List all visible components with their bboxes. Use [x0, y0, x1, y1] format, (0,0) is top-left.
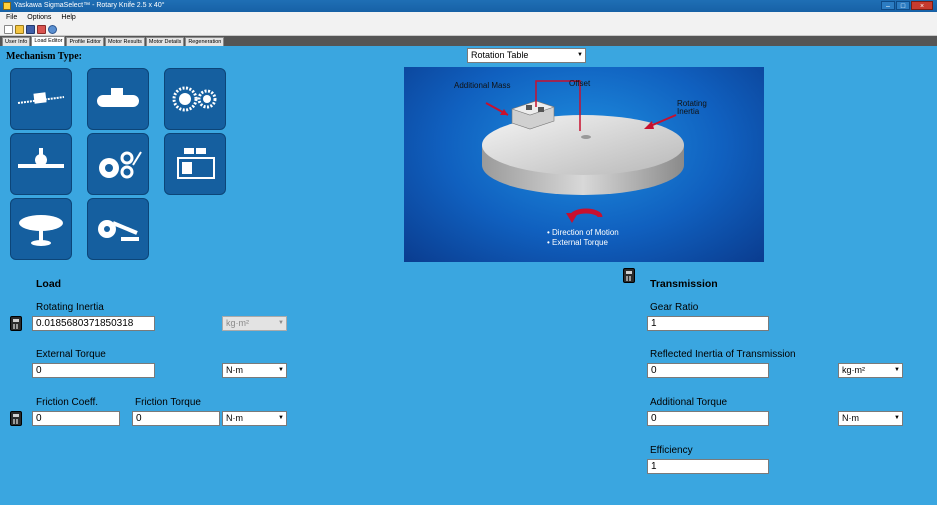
- label-external-torque: • External Torque: [547, 238, 608, 247]
- label-rotating-inertia: Rotating Inertia: [677, 99, 707, 116]
- minimize-button[interactable]: –: [881, 1, 895, 10]
- save-icon[interactable]: [26, 25, 35, 34]
- tab-motor-details[interactable]: Motor Details: [145, 37, 185, 46]
- title-bar: Yaskawa SigmaSelect™ - Rotary Knife 2.5 …: [0, 0, 937, 12]
- chevron-down-icon: ▼: [894, 415, 900, 421]
- mechanism-knife-button[interactable]: [87, 198, 149, 260]
- tab-load-editor[interactable]: Load Editor: [31, 36, 66, 46]
- mechanism-chain-sprocket-button[interactable]: [164, 68, 226, 130]
- close-button[interactable]: ×: [911, 1, 933, 10]
- mechanism-conveyor-button[interactable]: [87, 68, 149, 130]
- rotating-inertia-unit-select: kg·m² ▼: [222, 316, 287, 331]
- transmission-header: Transmission: [650, 278, 718, 290]
- chain-sprocket-icon: [172, 86, 217, 112]
- gear-ratio-input[interactable]: 1: [647, 316, 769, 331]
- ball-screw-icon: [17, 92, 65, 104]
- external-torque-unit-select[interactable]: N·m ▼: [222, 363, 287, 378]
- gear-ratio-label: Gear Ratio: [650, 302, 699, 313]
- mechanism-stacker-button[interactable]: [164, 133, 226, 195]
- conveyor-belt-icon: [97, 88, 139, 107]
- help-icon[interactable]: [48, 25, 57, 34]
- mechanism-select[interactable]: Rotation Table ▼: [467, 48, 586, 63]
- reflected-inertia-unit-select[interactable]: kg·m² ▼: [838, 363, 903, 378]
- mechanism-rotation-table-button[interactable]: [10, 198, 72, 260]
- tab-regeneration[interactable]: Regeneration: [185, 37, 225, 46]
- menu-file[interactable]: File: [6, 12, 17, 24]
- rotation-table-icon: [19, 215, 63, 246]
- tab-user-info[interactable]: User Info: [2, 37, 31, 46]
- load-header: Load: [36, 278, 62, 290]
- mechanism-rack-pinion-button[interactable]: [10, 133, 72, 195]
- print-icon[interactable]: [37, 25, 46, 34]
- efficiency-input[interactable]: 1: [647, 459, 769, 474]
- mechanism-ball-screw-button[interactable]: [10, 68, 72, 130]
- calculator-icon[interactable]: [10, 411, 22, 426]
- app-icon: [3, 2, 11, 10]
- calculator-icon[interactable]: [10, 316, 22, 331]
- friction-coeff-label: Friction Coeff.: [36, 397, 99, 408]
- roll-feed-icon: [99, 151, 142, 179]
- mechanism-roll-feed-button[interactable]: [87, 133, 149, 195]
- chevron-down-icon: ▼: [278, 320, 284, 326]
- label-additional-mass: Additional Mass: [454, 81, 511, 90]
- mechanism-type-title: Mechanism Type:: [6, 51, 83, 62]
- rack-pinion-icon: [18, 148, 64, 168]
- window-title: Yaskawa SigmaSelect™ - Rotary Knife 2.5 …: [14, 2, 165, 9]
- rotation-table-diagram: Additional Mass Offset Rotating Inertia …: [404, 67, 764, 262]
- label-offset: Offset: [569, 79, 591, 88]
- external-torque-input[interactable]: 0: [32, 363, 155, 378]
- menu-options[interactable]: Options: [27, 12, 51, 24]
- friction-torque-label: Friction Torque: [135, 397, 201, 408]
- calculator-icon[interactable]: [623, 268, 635, 283]
- external-torque-label: External Torque: [36, 349, 106, 360]
- efficiency-label: Efficiency: [650, 445, 693, 456]
- toolbar: [0, 24, 937, 36]
- tab-profile-editor[interactable]: Profile Editor: [66, 37, 104, 46]
- maximize-button[interactable]: □: [896, 1, 910, 10]
- friction-torque-unit-select[interactable]: N·m ▼: [222, 411, 287, 426]
- rotating-inertia-input[interactable]: 0.0185680371850318: [32, 316, 155, 331]
- chevron-down-icon: ▼: [278, 367, 284, 373]
- chevron-down-icon: ▼: [894, 367, 900, 373]
- tab-motor-results[interactable]: Motor Results: [104, 37, 145, 46]
- open-icon[interactable]: [15, 25, 24, 34]
- additional-torque-label: Additional Torque: [650, 397, 728, 408]
- friction-torque-input[interactable]: 0: [132, 411, 220, 426]
- window-controls: – □ ×: [881, 1, 933, 10]
- reflected-inertia-input[interactable]: 0: [647, 363, 769, 378]
- chevron-down-icon: ▼: [577, 52, 583, 58]
- rotating-inertia-label: Rotating Inertia: [36, 302, 104, 313]
- chevron-down-icon: ▼: [278, 415, 284, 421]
- tab-strip: User Info Load Editor Profile Editor Mot…: [0, 36, 937, 46]
- label-direction-of-motion: • Direction of Motion: [547, 228, 619, 237]
- new-icon[interactable]: [4, 25, 13, 34]
- menu-help[interactable]: Help: [61, 12, 75, 24]
- knife-cutter-icon: [98, 220, 139, 241]
- menu-bar: File Options Help: [0, 12, 937, 24]
- additional-torque-input[interactable]: 0: [647, 411, 769, 426]
- additional-torque-unit-select[interactable]: N·m ▼: [838, 411, 903, 426]
- reflected-inertia-label: Reflected Inertia of Transmission: [650, 349, 796, 360]
- stacker-icon: [177, 148, 215, 179]
- friction-coeff-input[interactable]: 0: [32, 411, 120, 426]
